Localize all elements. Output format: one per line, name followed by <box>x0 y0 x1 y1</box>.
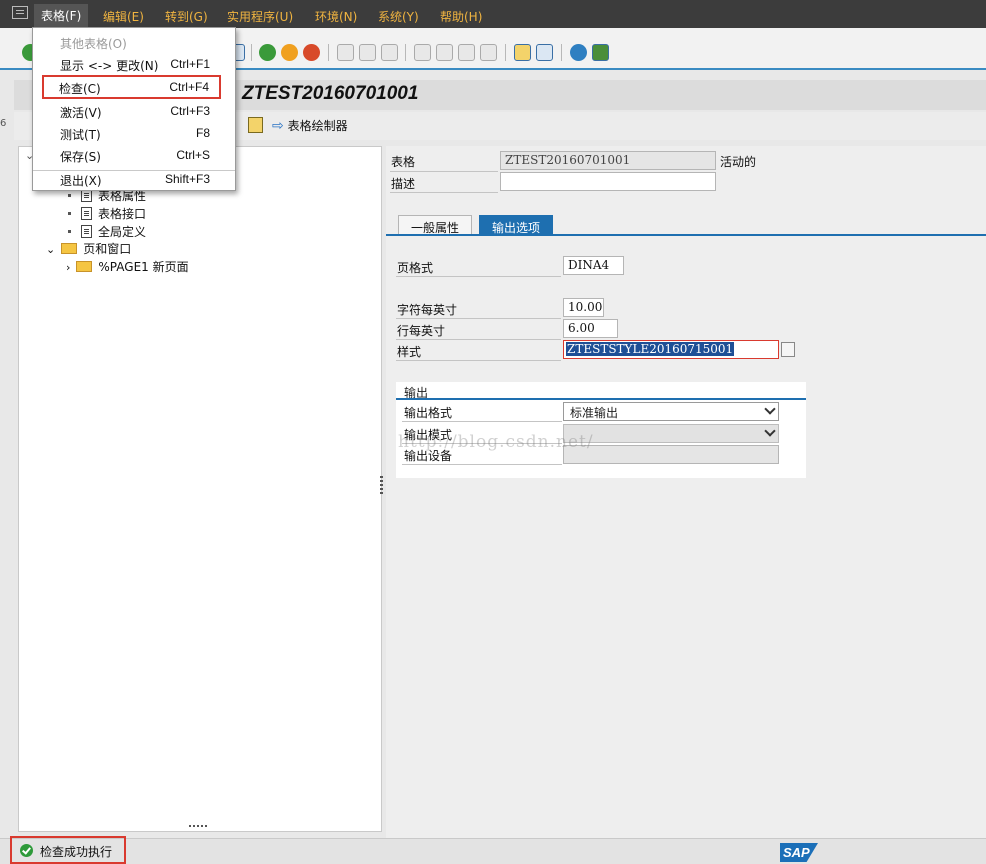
output-format-value: 标准输出 <box>570 406 619 420</box>
tree-item-label: 页和窗口 <box>83 242 132 256</box>
style-field[interactable]: ZTESTSTYLE20160715001 <box>563 340 779 359</box>
menu-system[interactable]: 系统(Y) <box>378 8 419 25</box>
last-page-icon[interactable] <box>480 44 497 61</box>
menu-environment[interactable]: 环境(N) <box>315 8 357 25</box>
cpi-label: 字符每英寸 <box>397 303 458 317</box>
row-marker: 6 <box>0 118 7 129</box>
chevron-down-icon <box>764 425 776 437</box>
document-icon <box>81 225 92 238</box>
tree-item-global-definitions[interactable]: 全局定义 <box>68 223 146 240</box>
find-icon[interactable] <box>359 44 376 61</box>
menu-item-other-form: 其他表格(O) <box>60 37 127 51</box>
cpi-field[interactable]: 10.00 <box>563 298 604 317</box>
description-field[interactable] <box>500 172 716 191</box>
style-value-selected: ZTESTSTYLE20160715001 <box>566 342 735 356</box>
form-painter-label: 表格绘制器 <box>287 119 348 133</box>
resize-grip[interactable] <box>189 825 209 827</box>
page-format-label: 页格式 <box>397 261 434 275</box>
arrow-right-icon: ⇨ <box>272 118 284 134</box>
page-title: ZTEST20160701001 <box>242 83 419 104</box>
tab-general-attributes[interactable]: 一般属性 <box>398 215 473 235</box>
tree-item-label: 表格接口 <box>98 207 147 221</box>
menu-item-test[interactable]: 测试(T) F8 <box>33 122 235 144</box>
customize-layout-icon[interactable] <box>592 44 609 61</box>
tab-output-options[interactable]: 输出选项 <box>479 215 554 235</box>
chevron-down-icon[interactable]: ⌄ <box>46 243 55 256</box>
previous-page-icon[interactable] <box>436 44 453 61</box>
sap-logo: SAP <box>780 843 818 862</box>
find-next-icon[interactable] <box>381 44 398 61</box>
form-detail-pane: 表格 ZTEST20160701001 活动的 描述 一般属性 输出选项 页格式… <box>386 146 986 838</box>
print-icon[interactable] <box>337 44 354 61</box>
menu-item-activate[interactable]: 激活(V) Ctrl+F3 <box>33 100 235 122</box>
next-page-icon[interactable] <box>458 44 475 61</box>
open-folder-icon <box>61 243 78 254</box>
tree-item-page1[interactable]: › %PAGE1 新页面 <box>66 258 189 275</box>
form-painter-button[interactable]: ⇨ 表格绘制器 <box>272 117 348 134</box>
chevron-down-icon <box>764 403 776 415</box>
tree-item-label: %PAGE1 新页面 <box>98 260 189 274</box>
first-page-icon[interactable] <box>414 44 431 61</box>
menu-help[interactable]: 帮助(H) <box>440 8 482 25</box>
style-label: 样式 <box>397 345 422 359</box>
value-help-icon[interactable] <box>781 342 795 357</box>
tree-item-label: 全局定义 <box>98 225 147 239</box>
output-format-select[interactable]: 标准输出 <box>563 402 779 421</box>
navigation-tree: ⌄ 表格属性 表格接口 全局定义 ⌄ 页和窗口 › %PAGE1 新页面 <box>18 146 382 832</box>
status-bar: 检查成功执行 SAP <box>0 836 986 864</box>
description-label: 描述 <box>391 177 416 191</box>
form-status: 活动的 <box>720 155 757 169</box>
back-icon[interactable] <box>259 44 276 61</box>
menu-utilities[interactable]: 实用程序(U) <box>227 8 293 25</box>
form-label: 表格 <box>391 155 416 169</box>
exit-icon[interactable] <box>281 44 298 61</box>
form-name-field: ZTEST20160701001 <box>500 151 716 170</box>
page-format-field[interactable]: DINA4 <box>563 256 624 275</box>
tree-item-label: 表格属性 <box>98 189 147 203</box>
menu-edit[interactable]: 编辑(E) <box>103 8 144 25</box>
form-menu-dropdown: 其他表格(O) 显示 <-> 更改(N) Ctrl+F1 检查(C) Ctrl+F4… <box>32 27 236 191</box>
pane-splitter[interactable] <box>380 476 383 496</box>
watermark: http://blog.csdn.net/ <box>398 432 594 452</box>
menu-form[interactable]: 表格(F) <box>34 4 89 28</box>
document-icon <box>81 207 92 220</box>
output-device-field <box>563 445 779 464</box>
field-list-icon[interactable] <box>248 117 263 133</box>
menu-goto[interactable]: 转到(G) <box>165 8 208 25</box>
output-group: 输出 输出格式 标准输出 输出模式 输出设备 <box>396 382 806 478</box>
cancel-icon[interactable] <box>303 44 320 61</box>
new-session-icon[interactable] <box>514 44 531 61</box>
help-icon[interactable] <box>570 44 587 61</box>
menu-bar: 表格(F) 编辑(E) 转到(G) 实用程序(U) 环境(N) 系统(Y) 帮助… <box>0 0 986 28</box>
sap-menu-icon[interactable] <box>12 6 28 19</box>
chevron-right-icon[interactable]: › <box>66 261 70 274</box>
tree-item-form-interface[interactable]: 表格接口 <box>68 205 146 222</box>
menu-item-check[interactable]: 检查(C) Ctrl+F4 <box>42 75 221 99</box>
lpi-label: 行每英寸 <box>397 324 446 338</box>
menu-item-exit[interactable]: 退出(X) Shift+F3 <box>33 168 235 190</box>
status-text: 检查成功执行 <box>40 845 113 859</box>
folder-icon <box>76 261 93 272</box>
menu-item-display-change[interactable]: 显示 <-> 更改(N) Ctrl+F1 <box>33 53 235 75</box>
output-mode-select[interactable] <box>563 424 779 443</box>
menu-item-save[interactable]: 保存(S) Ctrl+S <box>33 144 235 166</box>
lpi-field[interactable]: 6.00 <box>563 319 618 338</box>
status-message[interactable]: 检查成功执行 <box>10 836 126 864</box>
success-check-icon <box>20 844 33 857</box>
tree-item-pages-windows[interactable]: ⌄ 页和窗口 <box>46 240 131 257</box>
shortcut-icon[interactable] <box>536 44 553 61</box>
output-format-label: 输出格式 <box>404 406 453 420</box>
